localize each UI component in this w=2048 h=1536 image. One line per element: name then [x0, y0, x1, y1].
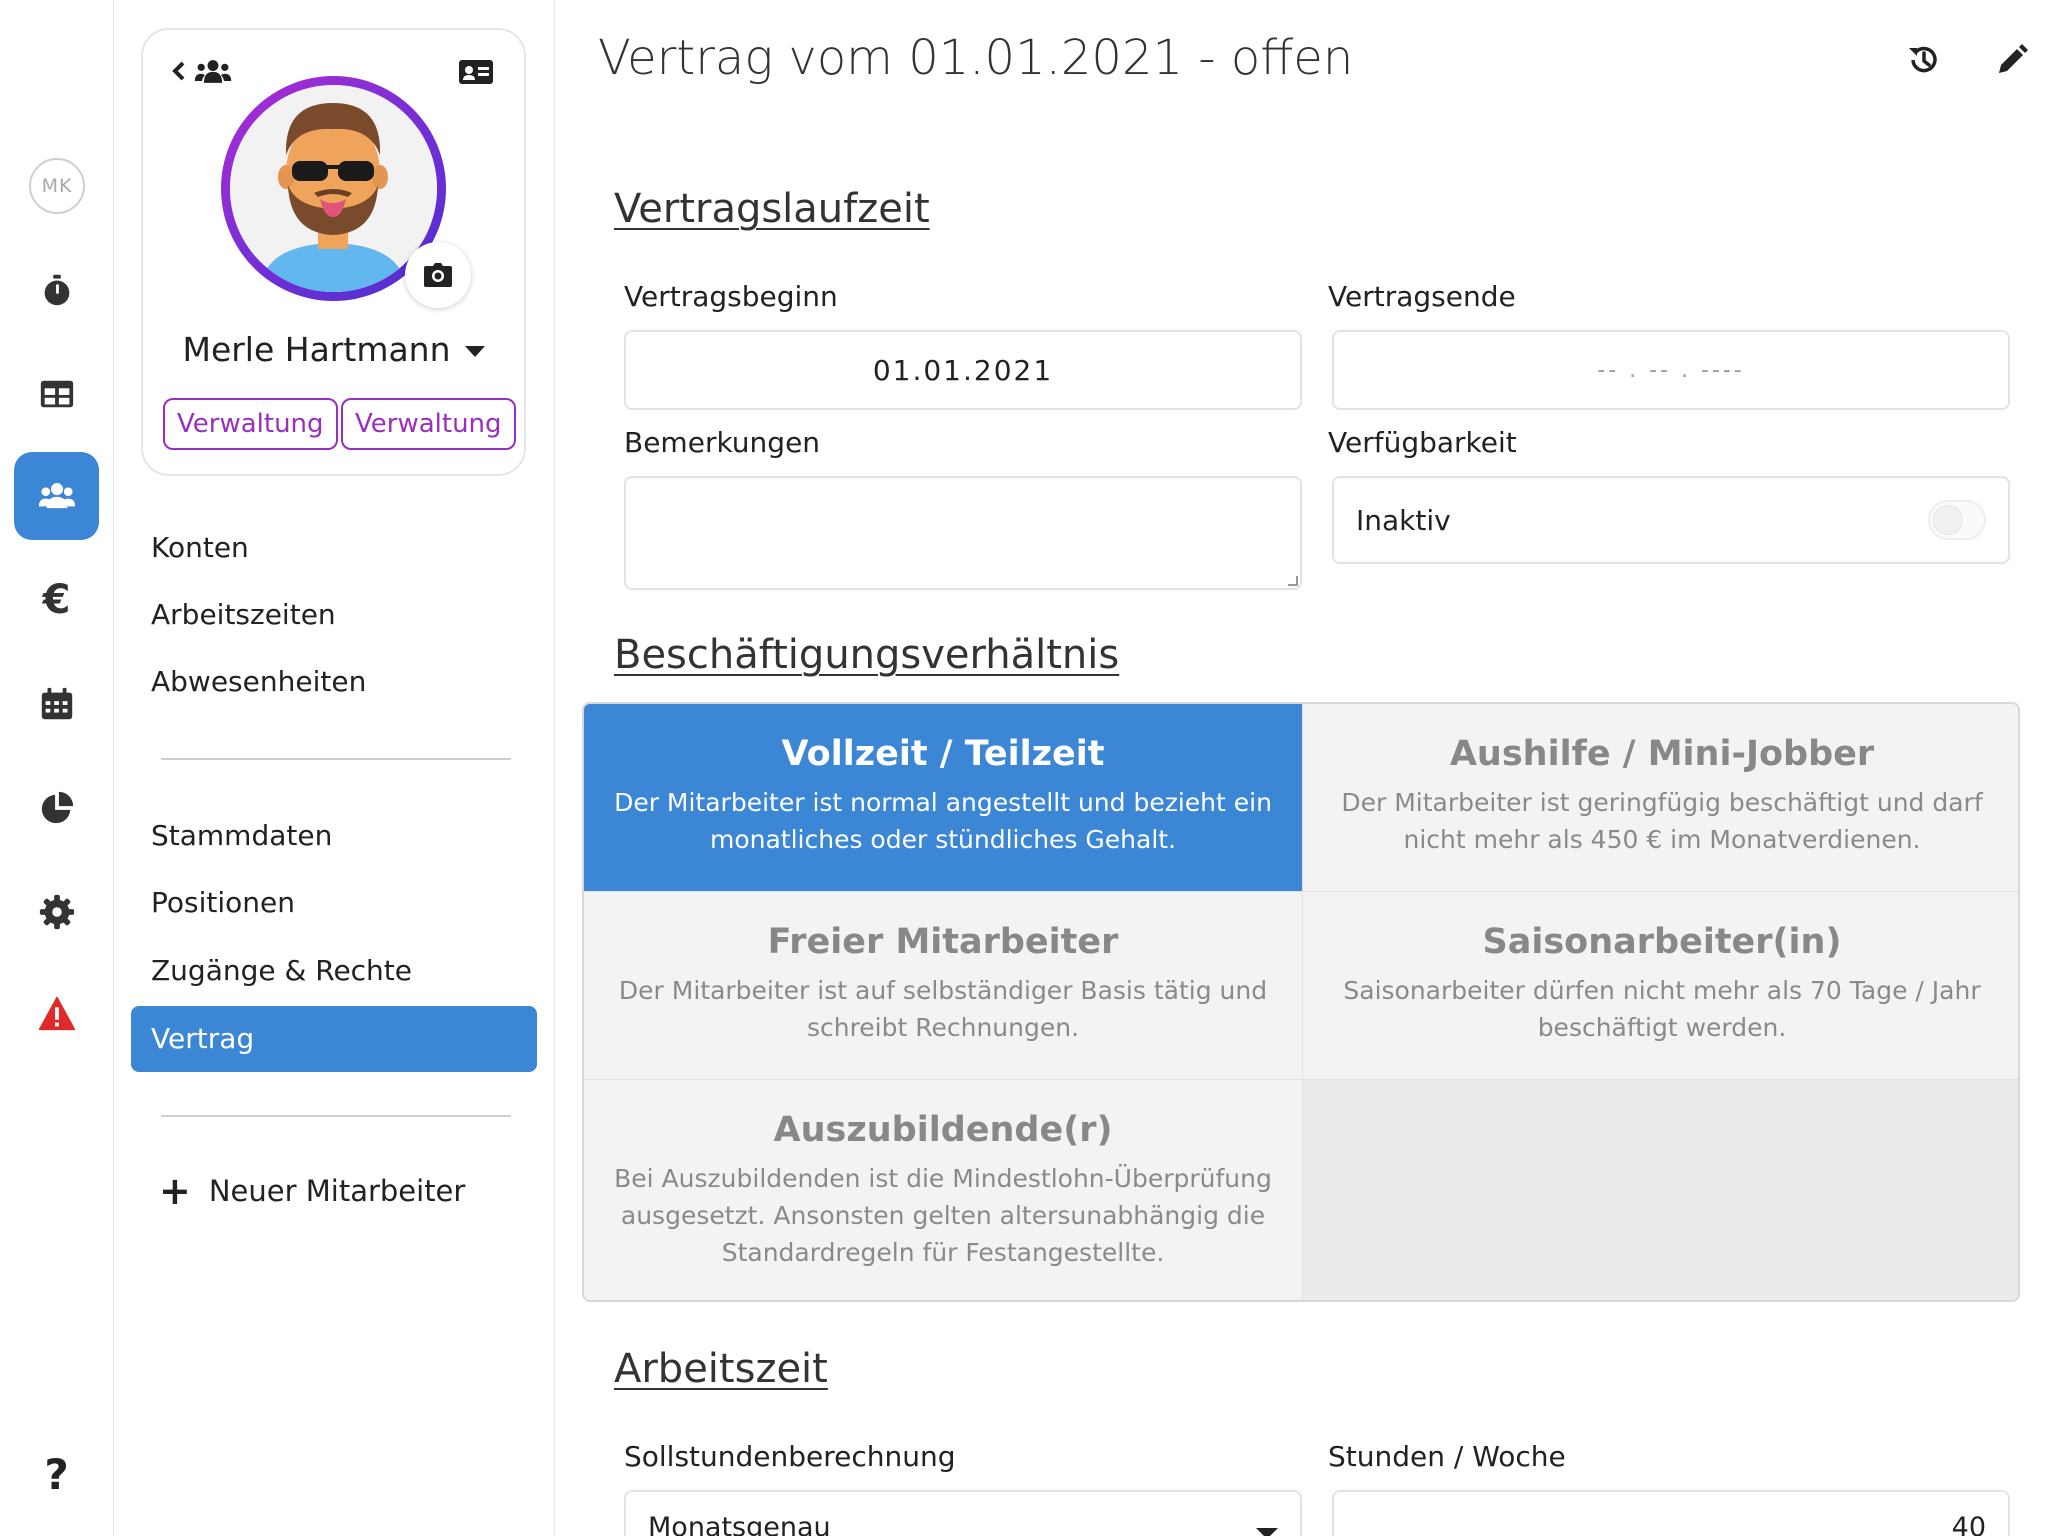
employment-option-title: Auszubildende(r) — [773, 1110, 1113, 1150]
end-date-input[interactable]: -- . -- . ---- — [1332, 330, 2010, 410]
user-avatar[interactable]: MK — [29, 158, 85, 214]
employment-option-title: Aushilfe / Mini-Jobber — [1449, 734, 1875, 774]
start-date-value: 01.01.2021 — [872, 353, 1054, 387]
employment-option-desc: Saisonarbeiter dürfen nicht mehr als 70 … — [1343, 976, 1981, 1042]
caret-down-icon — [1256, 1528, 1278, 1536]
resize-handle[interactable] — [1288, 576, 1298, 586]
employment-option-title: Freier Mitarbeiter — [767, 922, 1119, 962]
target-hours-select[interactable]: Monatsgenau — [624, 1490, 1302, 1536]
warning-icon[interactable] — [14, 970, 99, 1058]
remarks-textarea[interactable] — [624, 476, 1302, 590]
nav-divider — [161, 758, 511, 760]
hours-week-label: Stunden / Woche — [1328, 1440, 1566, 1473]
chevron-left-icon — [172, 61, 185, 81]
avatar-illustration — [230, 85, 437, 292]
role-badge: Verwaltung — [163, 398, 338, 450]
target-hours-value: Monatsgenau — [648, 1512, 831, 1536]
edit-pencil-icon[interactable] — [1990, 38, 2034, 82]
users-icon[interactable] — [14, 452, 99, 540]
employment-option-auszubildende[interactable]: Auszubildende(r) Bei Auszubildenden ist … — [584, 1080, 1303, 1300]
back-to-team-button[interactable] — [171, 58, 233, 84]
help-icon[interactable]: ? — [14, 1430, 99, 1518]
employment-option-title: Vollzeit / Teilzeit — [781, 734, 1105, 774]
nav-item-zugaenge-rechte[interactable]: Zugänge & Rechte — [151, 951, 412, 991]
caret-down-icon — [464, 346, 485, 357]
toggle-knob — [1933, 505, 1963, 535]
employment-option-desc: Der Mitarbeiter ist geringfügig beschäft… — [1341, 788, 1983, 854]
employment-option-desc: Der Mitarbeiter ist normal angestellt un… — [614, 788, 1272, 854]
role-badge: Verwaltung — [341, 398, 516, 450]
hours-per-week-value: 40 — [1951, 1512, 1986, 1536]
history-icon[interactable] — [1902, 38, 1946, 82]
employment-option-desc: Bei Auszubildenden ist die Mindestlohn-Ü… — [614, 1164, 1272, 1267]
end-date-label: Vertragsende — [1328, 280, 1516, 313]
availability-toggle[interactable] — [1928, 500, 1986, 540]
nav-item-abwesenheiten[interactable]: Abwesenheiten — [151, 662, 366, 702]
stopwatch-icon[interactable] — [14, 246, 99, 334]
icon-rail: MK € ? — [0, 0, 114, 1536]
plus-icon: + — [159, 1169, 191, 1213]
nav-item-konten[interactable]: Konten — [151, 528, 249, 568]
employee-name-dropdown[interactable]: Merle Hartmann — [143, 330, 524, 369]
employment-type-grid: Vollzeit / Teilzeit Der Mitarbeiter ist … — [582, 702, 2020, 1302]
employment-option-desc: Der Mitarbeiter ist auf selbständiger Ba… — [618, 976, 1268, 1042]
availability-label: Verfügbarkeit — [1328, 426, 1517, 459]
employment-option-title: Saisonarbeiter(in) — [1482, 922, 1842, 962]
employment-option-saisonarbeiter[interactable]: Saisonarbeiter(in) Saisonarbeiter dürfen… — [1303, 892, 2018, 1080]
employment-option-vollzeit[interactable]: Vollzeit / Teilzeit Der Mitarbeiter ist … — [584, 704, 1303, 892]
hours-per-week-input[interactable]: 40 — [1332, 1490, 2010, 1536]
start-date-label: Vertragsbeginn — [624, 280, 838, 313]
nav-item-stammdaten[interactable]: Stammdaten — [151, 816, 332, 856]
camera-icon — [424, 263, 452, 287]
gear-icon[interactable] — [14, 868, 99, 956]
table-icon[interactable] — [14, 350, 99, 438]
pie-chart-icon[interactable] — [14, 764, 99, 852]
contract-main: Vertrag vom 01.01.2021 - offen Vertragsl… — [556, 0, 2048, 1536]
section-title-arbeitszeit: Arbeitszeit — [614, 1346, 828, 1392]
employee-name: Merle Hartmann — [182, 330, 451, 369]
profile-card: Merle Hartmann Verwaltung Verwaltung — [141, 28, 526, 476]
new-employee-button[interactable]: + Neuer Mitarbeiter — [159, 1172, 465, 1210]
end-date-placeholder: -- . -- . ---- — [1597, 357, 1745, 383]
availability-field: Inaktiv — [1332, 476, 2010, 564]
team-icon — [194, 60, 232, 83]
id-card-icon[interactable] — [458, 58, 494, 86]
calendar-icon[interactable] — [14, 660, 99, 748]
availability-value: Inaktiv — [1356, 503, 1451, 537]
remarks-label: Bemerkungen — [624, 426, 821, 459]
page-title: Vertrag vom 01.01.2021 - offen — [598, 30, 1354, 86]
nav-item-positionen[interactable]: Positionen — [151, 883, 295, 923]
new-employee-label: Neuer Mitarbeiter — [208, 1174, 466, 1208]
change-photo-button[interactable] — [405, 242, 471, 308]
nav-item-arbeitszeiten[interactable]: Arbeitszeiten — [151, 595, 336, 635]
start-date-input[interactable]: 01.01.2021 — [624, 330, 1302, 410]
employment-option-freier-mitarbeiter[interactable]: Freier Mitarbeiter Der Mitarbeiter ist a… — [584, 892, 1303, 1080]
employment-option-aushilfe[interactable]: Aushilfe / Mini-Jobber Der Mitarbeiter i… — [1303, 704, 2018, 892]
nav-divider — [161, 1115, 511, 1117]
section-title-vertragslaufzeit: Vertragslaufzeit — [614, 186, 930, 232]
nav-item-vertrag[interactable]: Vertrag — [131, 1006, 537, 1072]
employee-sidebar: Merle Hartmann Verwaltung Verwaltung Kon… — [115, 0, 555, 1536]
section-title-beschaeftigungsverhaeltnis: Beschäftigungsverhältnis — [614, 632, 1120, 678]
target-hours-label: Sollstundenberechnung — [624, 1440, 956, 1473]
euro-icon[interactable]: € — [14, 556, 99, 644]
